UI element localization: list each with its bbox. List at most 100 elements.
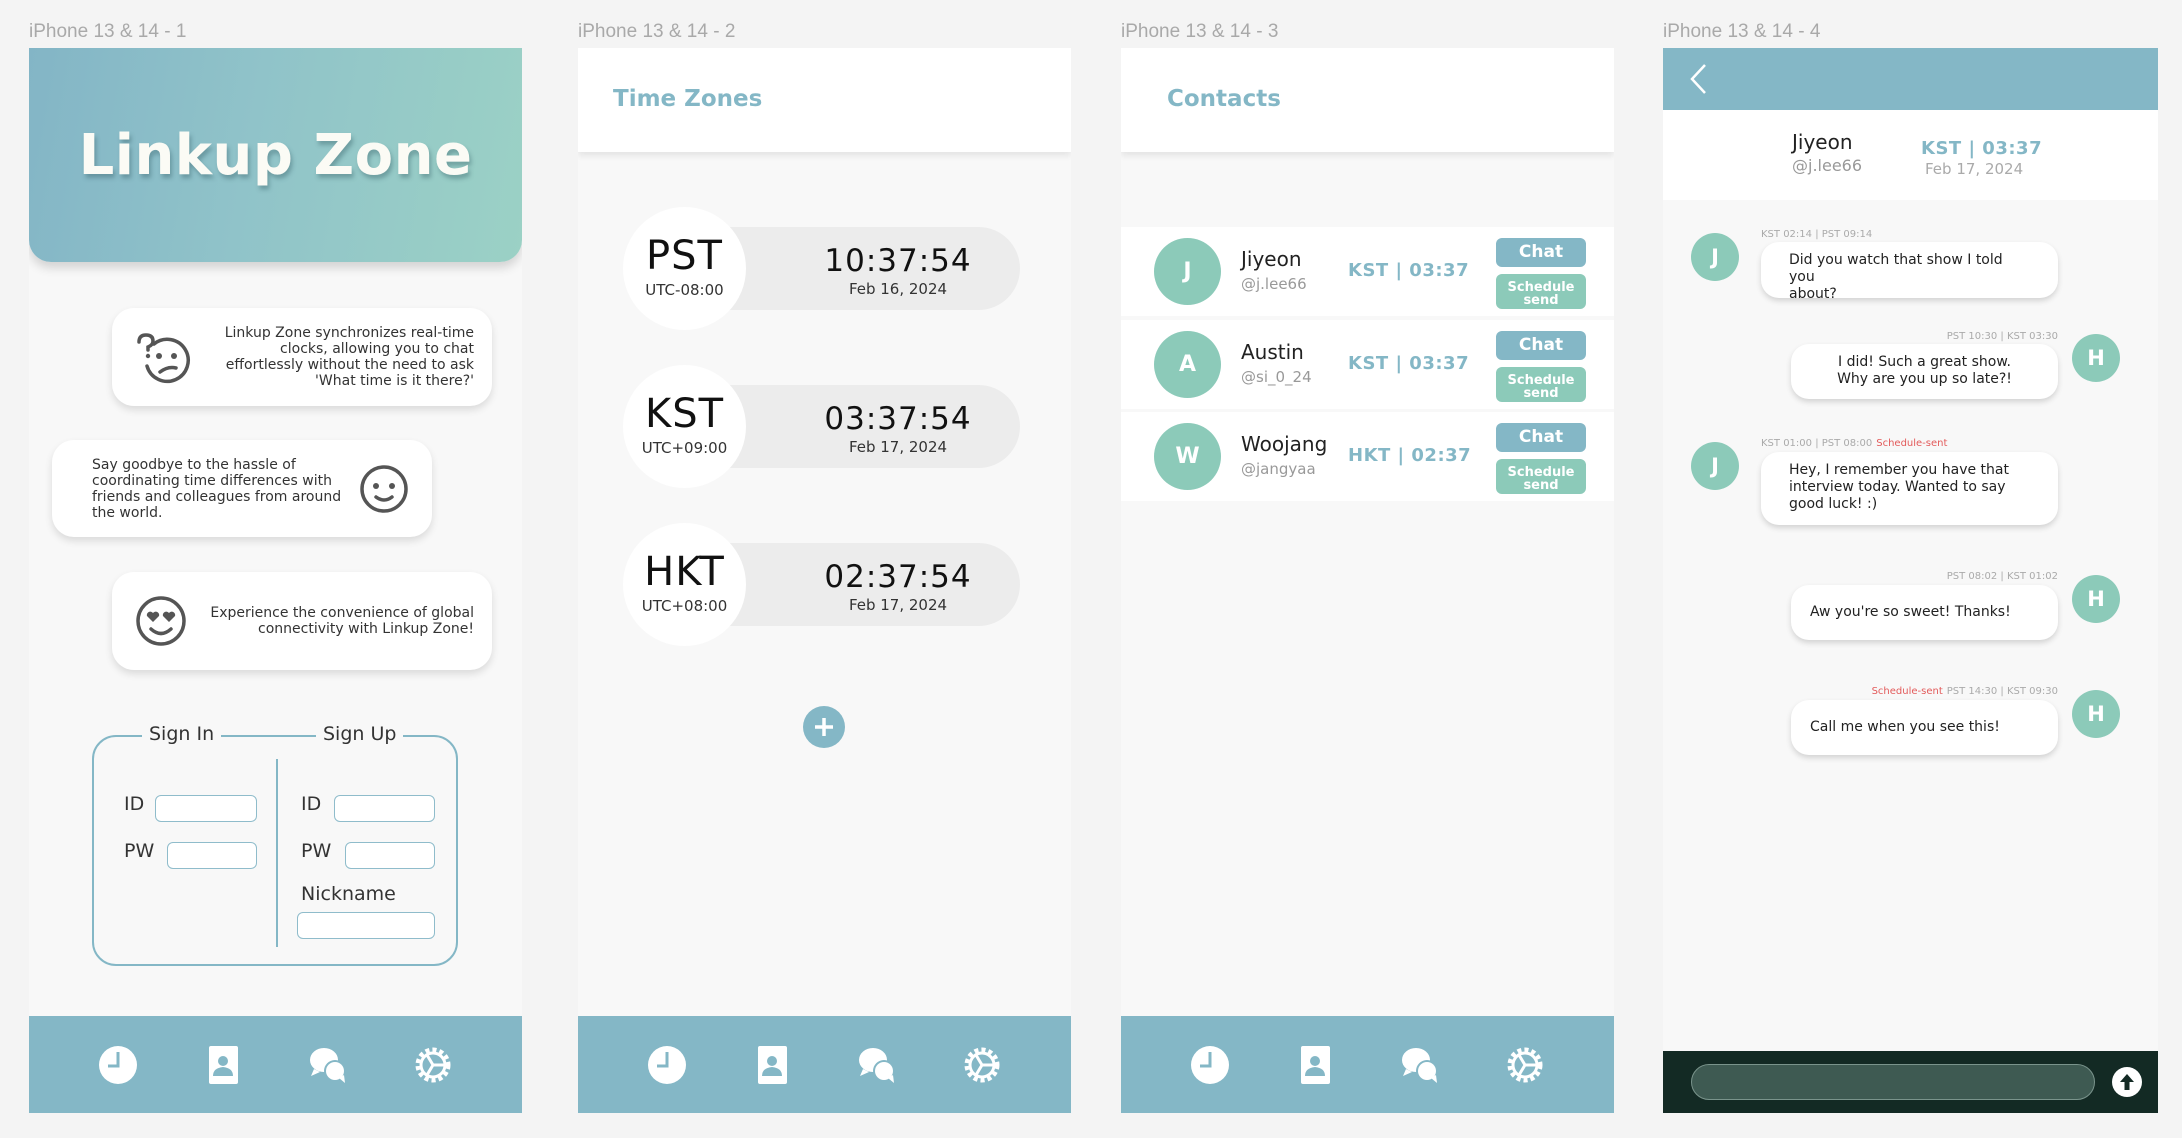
message-text: Did you watch that show I told you [1789,252,2003,285]
nav-contacts[interactable] [200,1042,246,1088]
gear-icon [415,1047,451,1082]
nav-chats[interactable] [1397,1042,1443,1088]
schedule-send-button[interactable]: Schedule send [1496,459,1586,494]
contact-timezone: KST | 03:37 [1348,353,1470,374]
nav-timezones[interactable] [1187,1042,1233,1088]
sign-up-nickname-label: Nickname [301,883,396,905]
sign-in-title: Sign In [142,723,222,745]
chevron-left-icon [1690,64,1706,94]
nav-settings[interactable] [959,1042,1005,1088]
timezone-abbr: PST [646,233,723,279]
message-bubble: Aw you're so sweet! Thanks! [1791,585,2058,640]
frame-label: iPhone 13 & 14 - 1 [29,21,187,42]
message-text: Hey, I remember you have that [1789,462,2009,478]
message-meta: PST 10:30 | KST 03:30 [1947,331,2058,342]
message-time: KST 01:00 | PST 08:00 [1761,438,1873,449]
gear-icon [964,1047,1000,1082]
chat-bubbles-icon [1402,1047,1439,1083]
frame-label: iPhone 13 & 14 - 3 [1121,21,1279,42]
message-text: about? [1789,286,1837,302]
contact-timezone: HKT | 02:37 [1348,445,1472,466]
add-timezone-button[interactable] [803,706,845,748]
timezone-offset: UTC+08:00 [641,597,728,615]
nav-contacts[interactable] [749,1042,795,1088]
bottom-nav [578,1016,1071,1113]
sign-in-pw-label: PW [124,840,155,862]
button-label: send [1523,292,1559,308]
message-text: good luck! :) [1789,496,1878,512]
message-bubble: Hey, I remember you have that interview t… [1761,452,2058,525]
contact-date: Feb 17, 2024 [1925,160,2024,178]
hero-banner: Linkup Zone [29,48,522,262]
frame-label: iPhone 13 & 14 - 2 [578,21,736,42]
nav-timezones[interactable] [644,1042,690,1088]
back-button[interactable] [1685,62,1715,96]
contact-handle: @jangyaa [1241,460,1316,478]
contact-name: Woojang [1241,432,1328,456]
sign-up-id-label: ID [301,793,322,815]
nav-contacts[interactable] [1292,1042,1338,1088]
message-text: Why are you up so late?! [1837,371,2012,387]
chat-button[interactable]: Chat [1496,238,1586,267]
auth-box: Sign In Sign Up ID PW ID PW Nickname [92,723,458,966]
chat-button[interactable]: Chat [1496,331,1586,360]
schedule-send-button[interactable]: Schedule send [1496,274,1586,309]
bottom-nav [1121,1016,1614,1113]
feature-text: Experience the convenience of global con… [210,605,474,637]
schedule-sent-label: Schedule-sent [1876,438,1948,449]
contact-name: Jiyeon [1241,247,1302,271]
bottom-nav [29,1016,522,1113]
send-button[interactable] [2112,1067,2142,1097]
sign-up-nickname-input[interactable] [297,912,435,939]
timezone-badge: KST UTC+09:00 [623,365,746,488]
avatar: A [1154,331,1221,398]
message-meta: KST 02:14 | PST 09:14 [1761,229,1872,240]
contact-handle: @j.lee66 [1241,275,1307,293]
clock-icon [1190,1045,1229,1084]
clock-date: Feb 16, 2024 [848,280,948,298]
sign-up-pw-label: PW [301,840,332,862]
message-input[interactable] [1691,1064,2095,1100]
sign-in-id-input[interactable] [155,795,257,822]
message-time: PST 14:30 | KST 09:30 [1946,686,2058,697]
smiley-face-icon [360,464,408,513]
header: Contacts [1121,48,1614,152]
contact-row[interactable]: J Jiyeon @j.lee66 KST | 03:37 Chat Sched… [1121,227,1614,316]
clock-date: Feb 17, 2024 [848,596,948,614]
app-title: Linkup Zone [78,122,473,188]
nav-settings[interactable] [410,1042,456,1088]
feature-card: Say goodbye to the hassle of coordinatin… [52,440,432,537]
clock-time: 10:37:54 [824,243,972,279]
sign-in-pw-input[interactable] [167,842,257,869]
contacts-screen: Contacts J Jiyeon @j.lee66 KST | 03:37 C… [1121,48,1614,1113]
header: Time Zones [578,48,1071,152]
message-composer [1663,1051,2158,1113]
nav-chats[interactable] [305,1042,351,1088]
message-text: interview today. Wanted to say [1789,479,2006,495]
message-bubble: Did you watch that show I told you about? [1761,242,2058,302]
contact-handle: @si_0_24 [1241,368,1312,386]
contact-handle: @j.lee66 [1792,156,1863,175]
nav-chats[interactable] [854,1042,900,1088]
sign-up-id-input[interactable] [334,795,435,822]
feature-card: Linkup Zone synchronizes real-time clock… [112,308,492,406]
nav-settings[interactable] [1502,1042,1548,1088]
message-meta: KST 01:00 | PST 08:00 Schedule-sent [1761,438,1951,449]
avatar: W [1154,423,1221,490]
chat-button[interactable]: Chat [1496,423,1586,452]
contact-book-icon [1300,1045,1330,1084]
contact-name: Austin [1241,340,1304,364]
timezone-offset: UTC-08:00 [645,281,724,299]
nav-timezones[interactable] [95,1042,141,1088]
page-title: Time Zones [613,86,763,112]
timezones-screen: Time Zones PST UTC-08:00 10:37:54 Feb 16… [578,48,1071,1113]
contact-timezone: KST | 03:37 [1348,260,1470,281]
sign-up-pw-input[interactable] [345,842,435,869]
contact-row[interactable]: A Austin @si_0_24 KST | 03:37 Chat Sched… [1121,320,1614,409]
page-title: Contacts [1167,86,1281,112]
contact-book-icon [757,1045,787,1084]
contact-timezone: KST | 03:37 [1921,138,2043,159]
schedule-send-button[interactable]: Schedule send [1496,367,1586,402]
contact-row[interactable]: W Woojang @jangyaa HKT | 02:37 Chat Sche… [1121,412,1614,501]
avatar: J [1154,238,1221,305]
